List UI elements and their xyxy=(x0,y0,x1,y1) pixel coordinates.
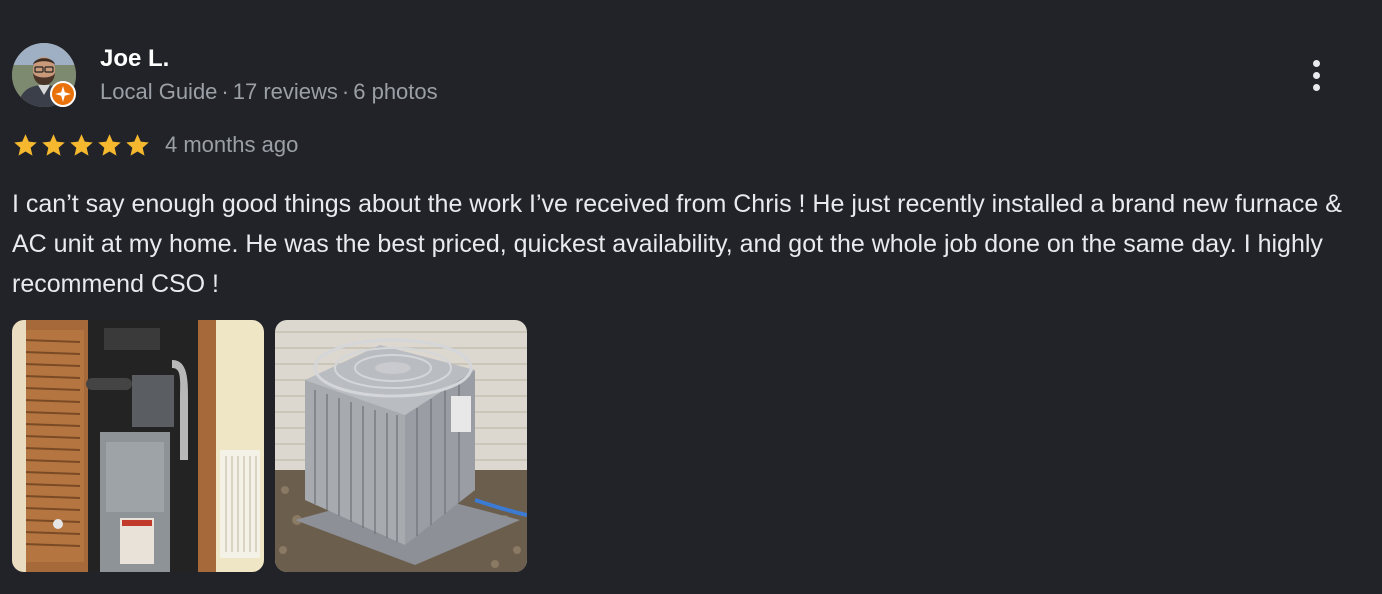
photo-count: 6 photos xyxy=(353,79,438,104)
review-card: Joe L. Local Guide · 17 reviews · 6 photos 4… xyxy=(0,0,1382,594)
star-icon xyxy=(14,133,37,156)
review-date: 4 months ago xyxy=(165,132,299,157)
review-text: I can’t say enough good things about the… xyxy=(12,190,1342,298)
meta-separator: · xyxy=(341,79,350,104)
star-icon xyxy=(70,133,93,156)
review-count: 17 reviews xyxy=(232,79,338,104)
furnace-photo[interactable] xyxy=(12,320,264,572)
ac-condenser-photo[interactable] xyxy=(275,320,527,572)
more-vert-dot xyxy=(1312,83,1320,91)
star-icon xyxy=(98,133,121,156)
local-guide-star-icon xyxy=(50,81,76,107)
author-name[interactable]: Joe L. xyxy=(100,44,169,74)
rating-row: 4 months ago xyxy=(12,130,298,160)
local-guide-label: Local Guide xyxy=(100,79,218,104)
more-vert-icon xyxy=(1312,59,1320,67)
star-rating xyxy=(12,132,151,159)
star-icon xyxy=(42,133,65,156)
author-meta: Local Guide · 17 reviews · 6 photos xyxy=(100,78,438,106)
author-avatar[interactable] xyxy=(12,43,76,107)
more-options-button[interactable] xyxy=(1300,55,1332,95)
meta-separator: · xyxy=(221,79,229,104)
more-vert-dot xyxy=(1312,71,1320,79)
star-icon xyxy=(126,133,149,156)
